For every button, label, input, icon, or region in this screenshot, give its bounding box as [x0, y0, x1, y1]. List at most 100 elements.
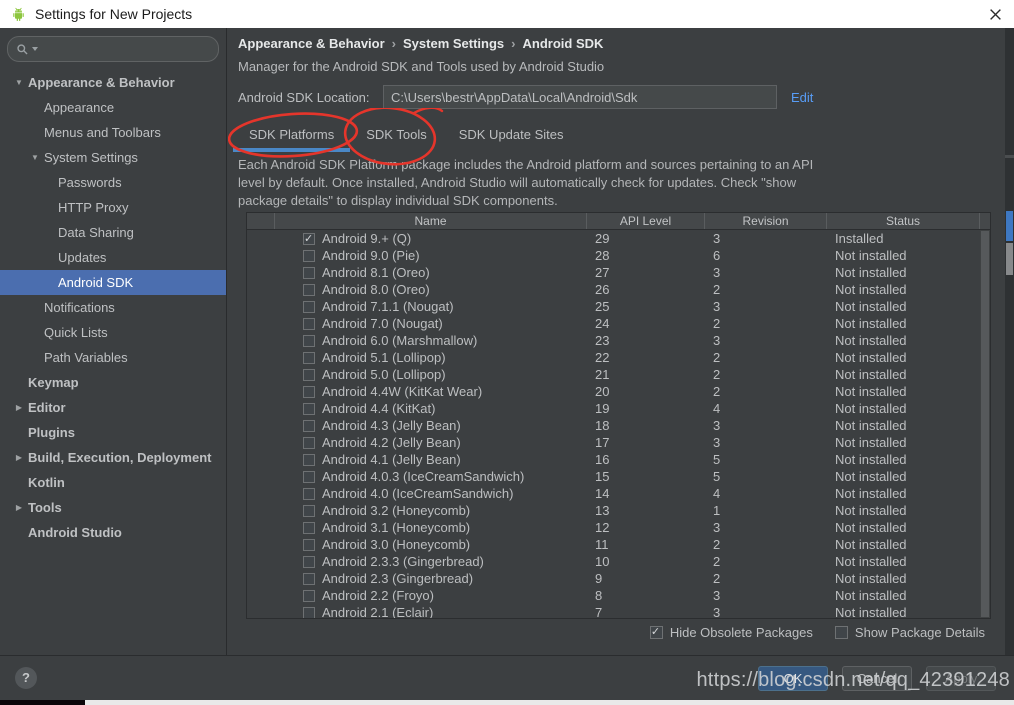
- panel-scrollbar-thumb[interactable]: [1006, 243, 1013, 275]
- table-row[interactable]: Android 4.1 (Jelly Bean)165Not installed: [247, 451, 990, 468]
- row-checkbox[interactable]: [303, 590, 315, 602]
- row-checkbox[interactable]: [303, 471, 315, 483]
- chevron-right-icon[interactable]: ▶: [10, 445, 28, 470]
- tab-sdk-tools[interactable]: SDK Tools: [350, 120, 442, 152]
- table-row[interactable]: Android 5.1 (Lollipop)222Not installed: [247, 349, 990, 366]
- search-filter-caret-icon[interactable]: [32, 47, 38, 51]
- close-button[interactable]: [986, 5, 1004, 23]
- row-checkbox[interactable]: [303, 539, 315, 551]
- row-checkbox[interactable]: [303, 318, 315, 330]
- sidebar-item-editor[interactable]: ▶Editor: [0, 395, 226, 420]
- help-button[interactable]: ?: [15, 667, 37, 689]
- row-checkbox[interactable]: [303, 607, 315, 619]
- table-row[interactable]: Android 6.0 (Marshmallow)233Not installe…: [247, 332, 990, 349]
- cancel-button[interactable]: Cancel: [842, 666, 912, 691]
- tab-sdk-update-sites[interactable]: SDK Update Sites: [443, 120, 580, 152]
- row-checkbox[interactable]: [303, 437, 315, 449]
- table-row[interactable]: Android 8.0 (Oreo)262Not installed: [247, 281, 990, 298]
- table-row[interactable]: Android 9.0 (Pie)286Not installed: [247, 247, 990, 264]
- table-row[interactable]: Android 7.0 (Nougat)242Not installed: [247, 315, 990, 332]
- row-checkbox[interactable]: [303, 505, 315, 517]
- row-checkbox[interactable]: [303, 522, 315, 534]
- sidebar-item-build-execution-deployment[interactable]: ▶Build, Execution, Deployment: [0, 445, 226, 470]
- breadcrumb-item[interactable]: Appearance & Behavior: [238, 36, 385, 51]
- sidebar-item-quick-lists[interactable]: Quick Lists: [0, 320, 226, 345]
- breadcrumb-item[interactable]: Android SDK: [523, 36, 604, 51]
- sidebar-item-system-settings[interactable]: ▼System Settings: [0, 145, 226, 170]
- option-checkbox[interactable]: [650, 626, 663, 639]
- table-row[interactable]: Android 5.0 (Lollipop)212Not installed: [247, 366, 990, 383]
- table-row[interactable]: Android 2.3.3 (Gingerbread)102Not instal…: [247, 553, 990, 570]
- chevron-right-icon[interactable]: ▶: [10, 495, 28, 520]
- row-checkbox[interactable]: [303, 369, 315, 381]
- sidebar-item-plugins[interactable]: Plugins: [0, 420, 226, 445]
- table-row[interactable]: Android 9.+ (Q)293Installed: [247, 230, 990, 247]
- breadcrumb-item[interactable]: System Settings: [403, 36, 504, 51]
- option-checkbox[interactable]: [835, 626, 848, 639]
- chevron-right-icon[interactable]: ▶: [10, 395, 28, 420]
- table-row[interactable]: Android 2.3 (Gingerbread)92Not installed: [247, 570, 990, 587]
- column-header-api-level[interactable]: API Level: [587, 213, 705, 229]
- table-row[interactable]: Android 8.1 (Oreo)273Not installed: [247, 264, 990, 281]
- sidebar-item-updates[interactable]: Updates: [0, 245, 226, 270]
- sdk-location-input[interactable]: [383, 85, 777, 109]
- sidebar-item-android-studio[interactable]: Android Studio: [0, 520, 226, 545]
- edit-link[interactable]: Edit: [791, 90, 813, 105]
- apply-button[interactable]: Apply: [926, 666, 996, 691]
- breadcrumb: Appearance & Behavior›System Settings›An…: [238, 36, 603, 51]
- table-row[interactable]: Android 4.2 (Jelly Bean)173Not installed: [247, 434, 990, 451]
- chevron-down-icon[interactable]: ▼: [10, 70, 28, 95]
- column-header-revision[interactable]: Revision: [705, 213, 827, 229]
- table-row[interactable]: Android 4.4W (KitKat Wear)202Not install…: [247, 383, 990, 400]
- sidebar-item-label: Menus and Toolbars: [44, 120, 161, 145]
- sidebar-item-keymap[interactable]: Keymap: [0, 370, 226, 395]
- row-checkbox[interactable]: [303, 267, 315, 279]
- tab-sdk-platforms[interactable]: SDK Platforms: [233, 120, 350, 152]
- column-header-status[interactable]: Status: [827, 213, 980, 229]
- chevron-down-icon[interactable]: ▼: [26, 145, 44, 170]
- api-level-cell: 27: [587, 265, 705, 280]
- row-checkbox[interactable]: [303, 556, 315, 568]
- table-row[interactable]: Android 4.4 (KitKat)194Not installed: [247, 400, 990, 417]
- sidebar-item-tools[interactable]: ▶Tools: [0, 495, 226, 520]
- row-checkbox[interactable]: [303, 233, 315, 245]
- row-checkbox[interactable]: [303, 301, 315, 313]
- table-row[interactable]: Android 4.3 (Jelly Bean)183Not installed: [247, 417, 990, 434]
- row-checkbox[interactable]: [303, 352, 315, 364]
- column-header-name[interactable]: Name: [275, 213, 587, 229]
- row-checkbox[interactable]: [303, 386, 315, 398]
- table-row[interactable]: Android 3.1 (Honeycomb)123Not installed: [247, 519, 990, 536]
- ok-button[interactable]: OK: [758, 666, 828, 691]
- table-row[interactable]: Android 7.1.1 (Nougat)253Not installed: [247, 298, 990, 315]
- row-checkbox[interactable]: [303, 284, 315, 296]
- search-input[interactable]: [7, 36, 219, 62]
- table-row[interactable]: Android 3.2 (Honeycomb)131Not installed: [247, 502, 990, 519]
- table-scrollbar-thumb[interactable]: [981, 231, 989, 617]
- option-show-package-details[interactable]: Show Package Details: [835, 625, 985, 640]
- package-name: Android 9.+ (Q): [322, 231, 411, 246]
- row-checkbox[interactable]: [303, 403, 315, 415]
- row-checkbox[interactable]: [303, 250, 315, 262]
- sidebar-item-kotlin[interactable]: Kotlin: [0, 470, 226, 495]
- table-row[interactable]: Android 4.0.3 (IceCreamSandwich)155Not i…: [247, 468, 990, 485]
- sidebar-item-android-sdk[interactable]: Android SDK: [0, 270, 226, 295]
- sidebar-item-path-variables[interactable]: Path Variables: [0, 345, 226, 370]
- sidebar-item-menus-and-toolbars[interactable]: Menus and Toolbars: [0, 120, 226, 145]
- table-row[interactable]: Android 2.2 (Froyo)83Not installed: [247, 587, 990, 604]
- row-checkbox[interactable]: [303, 488, 315, 500]
- sidebar-item-appearance-behavior[interactable]: ▼Appearance & Behavior: [0, 70, 226, 95]
- row-checkbox[interactable]: [303, 335, 315, 347]
- table-row[interactable]: Android 3.0 (Honeycomb)112Not installed: [247, 536, 990, 553]
- row-checkbox[interactable]: [303, 420, 315, 432]
- table-row[interactable]: Android 4.0 (IceCreamSandwich)144Not ins…: [247, 485, 990, 502]
- sidebar-item-passwords[interactable]: Passwords: [0, 170, 226, 195]
- sidebar-item-http-proxy[interactable]: HTTP Proxy: [0, 195, 226, 220]
- sidebar-item-notifications[interactable]: Notifications: [0, 295, 226, 320]
- panel-scrollbar[interactable]: [1005, 28, 1014, 655]
- row-checkbox[interactable]: [303, 454, 315, 466]
- table-row[interactable]: Android 2.1 (Eclair)73Not installed: [247, 604, 990, 619]
- option-hide-obsolete-packages[interactable]: Hide Obsolete Packages: [650, 625, 813, 640]
- sidebar-item-data-sharing[interactable]: Data Sharing: [0, 220, 226, 245]
- row-checkbox[interactable]: [303, 573, 315, 585]
- sidebar-item-appearance[interactable]: Appearance: [0, 95, 226, 120]
